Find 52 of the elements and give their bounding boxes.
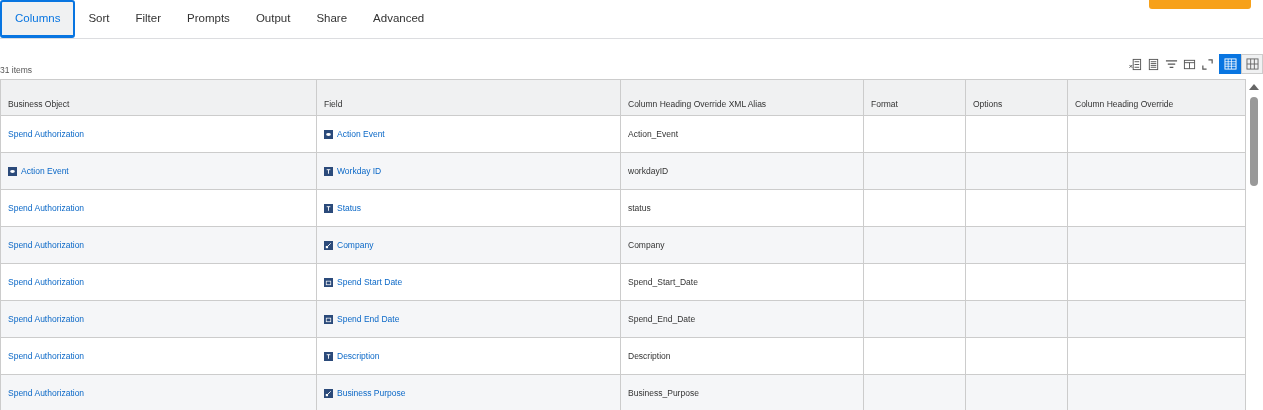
link[interactable]: Spend Authorization <box>8 127 85 141</box>
column-header[interactable]: Options <box>966 79 1068 116</box>
tab[interactable]: Prompts <box>174 0 243 38</box>
report-icon[interactable] <box>1147 57 1160 71</box>
calendar-icon <box>324 277 333 287</box>
column-header[interactable]: Field <box>317 79 621 116</box>
link[interactable]: Spend Start Date <box>337 275 403 289</box>
tab[interactable]: Output <box>242 0 304 38</box>
link[interactable]: Business Purpose <box>337 386 406 400</box>
link[interactable]: Workday ID <box>337 164 382 178</box>
expand-icon[interactable] <box>1201 57 1214 71</box>
tab[interactable]: Sort <box>75 0 123 38</box>
table-cell: Company <box>621 227 864 264</box>
export-excel-icon[interactable] <box>1129 57 1142 71</box>
link[interactable]: Status <box>337 201 362 215</box>
link[interactable]: Spend Authorization <box>8 349 85 363</box>
link[interactable]: Spend Authorization <box>8 201 85 215</box>
link[interactable]: Spend Authorization <box>8 238 85 252</box>
table-icon <box>1223 58 1237 70</box>
grid-icon <box>1245 58 1259 70</box>
instance-icon <box>8 166 17 176</box>
table-view-button[interactable] <box>1219 54 1241 74</box>
text-type-icon <box>324 166 333 176</box>
link[interactable]: Action Event <box>21 164 69 178</box>
text-type-icon <box>324 203 333 213</box>
column-header[interactable]: Column Heading Override <box>1068 79 1246 116</box>
link-icon <box>324 240 333 250</box>
link[interactable]: Action Event <box>337 127 385 141</box>
item-count: 31 items <box>0 64 33 77</box>
table-cell: workdayID <box>621 153 864 190</box>
link-icon <box>324 388 333 398</box>
column-header[interactable]: Column Heading Override XML Alias <box>621 79 864 116</box>
table-cell: Spend_End_Date <box>621 301 864 338</box>
link[interactable]: Spend Authorization <box>8 312 85 326</box>
column-header[interactable]: Business Object <box>1 79 317 116</box>
tab[interactable]: Share <box>303 0 361 38</box>
tab[interactable]: Columns <box>0 0 76 38</box>
layout-icon[interactable] <box>1183 57 1196 71</box>
link[interactable]: Company <box>337 238 374 252</box>
tab[interactable]: Filter <box>122 0 175 38</box>
column-header[interactable]: Format <box>864 79 966 116</box>
filter-icon[interactable] <box>1165 57 1178 71</box>
calendar-icon <box>324 314 333 324</box>
link[interactable]: Description <box>337 349 380 363</box>
text-type-icon <box>324 351 333 361</box>
tab[interactable]: Advanced <box>360 0 438 38</box>
instance-icon <box>324 129 333 139</box>
link[interactable]: Spend Authorization <box>8 386 85 400</box>
table-cell: Business_Purpose <box>621 375 864 410</box>
grid-view-button[interactable] <box>1241 54 1263 74</box>
link[interactable]: Spend End Date <box>337 312 400 326</box>
link[interactable]: Spend Authorization <box>8 275 85 289</box>
